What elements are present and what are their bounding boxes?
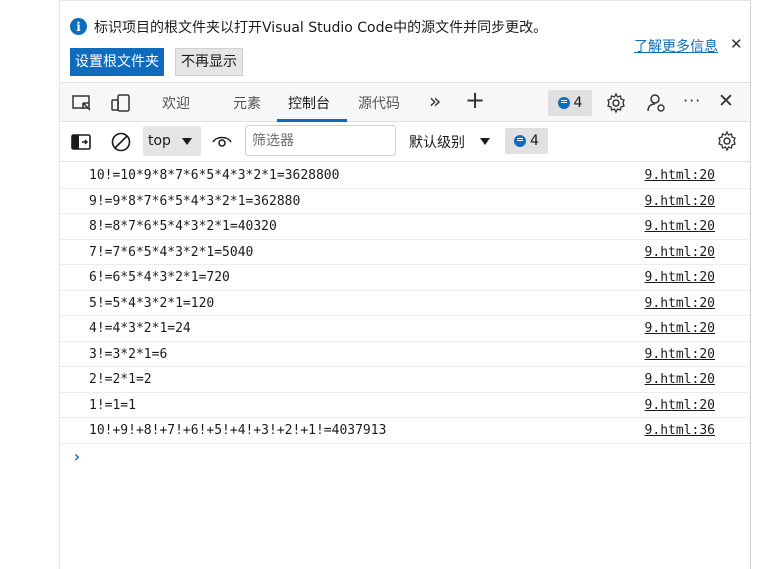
- console-row: 8!=8*7*6*5*4*3*2*1=40320 9.html:20: [60, 214, 750, 240]
- customize-icon[interactable]: [645, 92, 667, 114]
- devtools-toolbar: 欢迎 元素 控制台 源代码 » + 4 ··· ✕: [60, 82, 750, 122]
- console-row: 10!+9!+8!+7!+6!+5!+4!+3!+2!+1!=4037913 9.…: [60, 418, 750, 444]
- console-toolbar: top 默认级别 4: [60, 122, 750, 162]
- devtools-panel: i 标识项目的根文件夹以打开Visual Studio Code中的源文件并同步…: [59, 0, 751, 569]
- source-link[interactable]: 9.html:20: [645, 296, 715, 311]
- source-link[interactable]: 9.html:20: [645, 372, 715, 387]
- console-settings-icon[interactable]: [716, 130, 738, 152]
- tab-elements[interactable]: 元素: [233, 93, 261, 113]
- source-link[interactable]: 9.html:20: [645, 270, 715, 285]
- console-row: 9!=9*8*7*6*5*4*3*2*1=362880 9.html:20: [60, 189, 750, 214]
- console-row: 5!=5*4*3*2*1=120 9.html:20: [60, 291, 750, 316]
- log-message: 10!=10*9*8*7*6*5*4*3*2*1=3628800: [89, 168, 340, 183]
- console-prompt-row[interactable]: ›: [60, 444, 750, 468]
- console-row: 3!=3*2*1=6 9.html:20: [60, 342, 750, 367]
- more-tabs-icon[interactable]: »: [429, 89, 441, 113]
- log-message: 5!=5*4*3*2*1=120: [89, 295, 215, 311]
- live-expression-icon[interactable]: [211, 131, 233, 153]
- close-devtools-icon[interactable]: ✕: [718, 90, 734, 112]
- log-message: 6!=6*5*4*3*2*1=720: [89, 270, 230, 285]
- log-message: 10!+9!+8!+7!+6!+5!+4!+3!+2!+1!=4037913: [89, 423, 387, 438]
- context-select[interactable]: top: [143, 126, 201, 156]
- console-issues-count: 4: [530, 133, 539, 149]
- log-message: 2!=2*1=2: [89, 372, 152, 387]
- source-link[interactable]: 9.html:20: [645, 347, 715, 362]
- log-level-value: 默认级别: [409, 135, 465, 151]
- message-icon: [514, 135, 527, 147]
- source-link[interactable]: 9.html:20: [645, 194, 715, 209]
- prompt-chevron-icon: ›: [72, 446, 82, 466]
- console-row: 1!=1=1 9.html:20: [60, 393, 750, 418]
- source-link[interactable]: 9.html:20: [645, 321, 715, 336]
- info-message: 标识项目的根文件夹以打开Visual Studio Code中的源文件并同步更改…: [94, 20, 548, 36]
- clear-console-icon[interactable]: [110, 131, 132, 153]
- inspect-icon[interactable]: [71, 92, 93, 114]
- dont-show-again-button[interactable]: 不再显示: [175, 48, 243, 76]
- tab-sources[interactable]: 源代码: [358, 93, 400, 113]
- console-row: 2!=2*1=2 9.html:20: [60, 367, 750, 393]
- log-message: 1!=1=1: [89, 397, 136, 413]
- info-icon: i: [70, 18, 87, 35]
- sidebar-toggle-icon[interactable]: [70, 131, 92, 153]
- info-bar: i 标识项目的根文件夹以打开Visual Studio Code中的源文件并同步…: [60, 1, 750, 81]
- set-root-folder-button[interactable]: 设置根文件夹: [70, 48, 164, 76]
- log-message: 7!=7*6*5*4*3*2*1=5040: [89, 244, 254, 260]
- console-row: 10!=10*9*8*7*6*5*4*3*2*1=3628800 9.html:2…: [60, 163, 750, 189]
- log-level-select[interactable]: 默认级别: [409, 132, 490, 152]
- log-message: 8!=8*7*6*5*4*3*2*1=40320: [89, 219, 277, 234]
- console-row: 6!=6*5*4*3*2*1=720 9.html:20: [60, 265, 750, 291]
- more-options-icon[interactable]: ···: [683, 91, 701, 110]
- tab-welcome[interactable]: 欢迎: [162, 93, 190, 113]
- source-link[interactable]: 9.html:20: [645, 168, 715, 183]
- source-link[interactable]: 9.html:20: [645, 245, 715, 260]
- chevron-down-icon: [480, 138, 490, 145]
- add-tab-icon[interactable]: +: [465, 86, 485, 114]
- close-icon[interactable]: ✕: [730, 35, 743, 53]
- context-value: top: [148, 133, 171, 149]
- log-message: 9!=9*8*7*6*5*4*3*2*1=362880: [89, 193, 301, 209]
- console-row: 4!=4*3*2*1=24 9.html:20: [60, 316, 750, 342]
- learn-more-link[interactable]: 了解更多信息: [634, 36, 718, 56]
- console-output: 10!=10*9*8*7*6*5*4*3*2*1=3628800 9.html:2…: [60, 163, 750, 468]
- console-row: 7!=7*6*5*4*3*2*1=5040 9.html:20: [60, 240, 750, 265]
- message-icon: [557, 97, 570, 109]
- tab-console[interactable]: 控制台: [288, 93, 330, 113]
- log-message: 4!=4*3*2*1=24: [89, 321, 191, 336]
- settings-icon[interactable]: [605, 92, 627, 114]
- device-emulation-icon[interactable]: [110, 92, 132, 114]
- chevron-down-icon: [182, 138, 192, 145]
- console-issues-badge[interactable]: 4: [505, 128, 548, 154]
- source-link[interactable]: 9.html:20: [645, 398, 715, 413]
- source-link[interactable]: 9.html:20: [645, 219, 715, 234]
- log-message: 3!=3*2*1=6: [89, 346, 168, 362]
- issues-badge[interactable]: 4: [548, 90, 592, 116]
- filter-input[interactable]: [245, 125, 396, 156]
- issues-count: 4: [573, 95, 583, 111]
- source-link[interactable]: 9.html:36: [645, 423, 715, 438]
